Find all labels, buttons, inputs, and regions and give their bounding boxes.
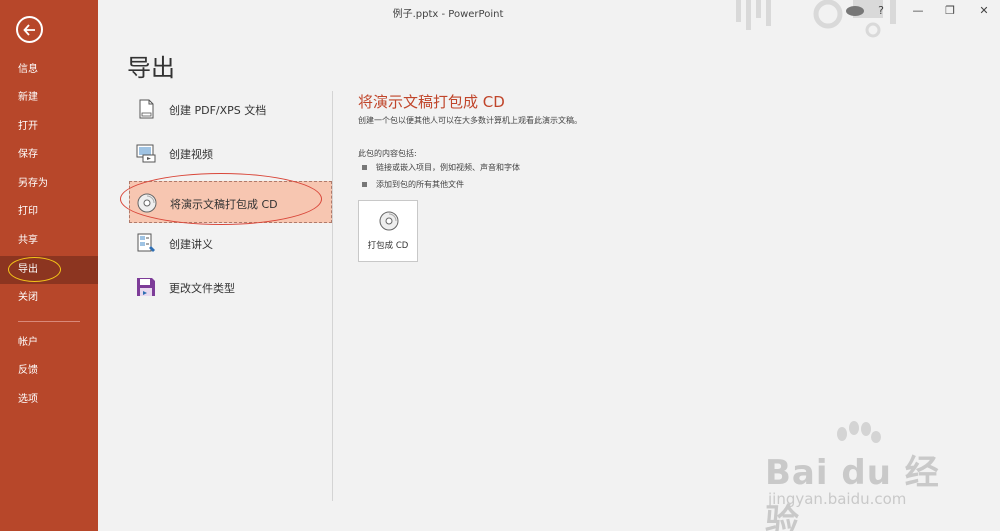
bullet-item: 添加到包的所有其他文件: [362, 179, 464, 190]
sidebar-item-share[interactable]: 共享: [0, 227, 98, 255]
option-change-file-type[interactable]: 更改文件类型: [129, 266, 332, 308]
detail-description: 创建一个包以便其他人可以在大多数计算机上观看此演示文稿。: [358, 116, 582, 125]
option-create-video[interactable]: 创建视频: [129, 132, 332, 174]
option-label: 创建讲义: [169, 238, 213, 251]
video-icon: [136, 144, 156, 163]
package-cd-label: 打包成 CD: [367, 241, 409, 251]
page-title: 导出: [127, 54, 175, 82]
help-button[interactable]: ?: [872, 4, 890, 17]
sidebar-item-close[interactable]: 关闭: [0, 284, 98, 312]
close-button[interactable]: ✕: [975, 4, 993, 17]
sidebar-item-info[interactable]: 信息: [0, 56, 98, 84]
option-create-handouts[interactable]: 创建讲义: [129, 222, 332, 264]
back-button[interactable]: [16, 16, 43, 43]
detail-title: 将演示文稿打包成 CD: [358, 93, 505, 111]
export-highlight-annotation: [8, 257, 61, 282]
sidebar-item-options[interactable]: 选项: [0, 386, 98, 414]
title-bar: 例子.pptx - PowerPoint ? — ❐ ✕: [98, 0, 1000, 38]
sidebar-divider: [18, 321, 80, 322]
watermark-brand: Bai du 经验: [765, 453, 940, 531]
option-label: 更改文件类型: [169, 282, 235, 295]
file-type-icon: [137, 278, 155, 296]
vertical-divider: [332, 91, 333, 501]
back-arrow-icon: [23, 24, 35, 36]
handout-icon: [137, 233, 155, 252]
cd-icon: [379, 211, 399, 231]
sidebar-item-account[interactable]: 帐户: [0, 329, 98, 357]
bullet-text: 添加到包的所有其他文件: [376, 180, 464, 189]
sidebar-item-save-as[interactable]: 另存为: [0, 170, 98, 198]
ribbon-decoration-graphic: [736, 0, 896, 38]
bullet-item: 链接或嵌入项目，例如视频、声音和字体: [362, 162, 520, 173]
option-label: 创建视频: [169, 148, 213, 161]
bullet-text: 链接或嵌入项目，例如视频、声音和字体: [376, 163, 520, 172]
sidebar-item-print[interactable]: 打印: [0, 198, 98, 226]
watermark-url: jingyan.baidu.com: [768, 490, 907, 508]
package-cd-button[interactable]: 打包成 CD: [358, 200, 418, 262]
sidebar-item-save[interactable]: 保存: [0, 141, 98, 169]
option-label: 创建 PDF/XPS 文档: [169, 104, 267, 117]
contents-header: 此包的内容包括:: [358, 149, 417, 158]
sidebar-item-new[interactable]: 新建: [0, 84, 98, 112]
backstage-sidebar: 信息 新建 打开 保存 另存为 打印 共享 导出 关闭 帐户 反馈 选项: [0, 0, 98, 531]
minimize-button[interactable]: —: [909, 4, 927, 17]
maximize-button[interactable]: ❐: [941, 4, 959, 17]
baidu-jingyan-watermark: Bai du 经验 jingyan.baidu.com: [760, 420, 970, 531]
pdf-document-icon: [139, 99, 154, 119]
option-create-pdf-xps[interactable]: 创建 PDF/XPS 文档: [129, 88, 332, 130]
selection-highlight-annotation: [120, 173, 322, 225]
sidebar-item-open[interactable]: 打开: [0, 113, 98, 141]
cloud-icon: [846, 6, 864, 16]
sidebar-item-feedback[interactable]: 反馈: [0, 357, 98, 385]
